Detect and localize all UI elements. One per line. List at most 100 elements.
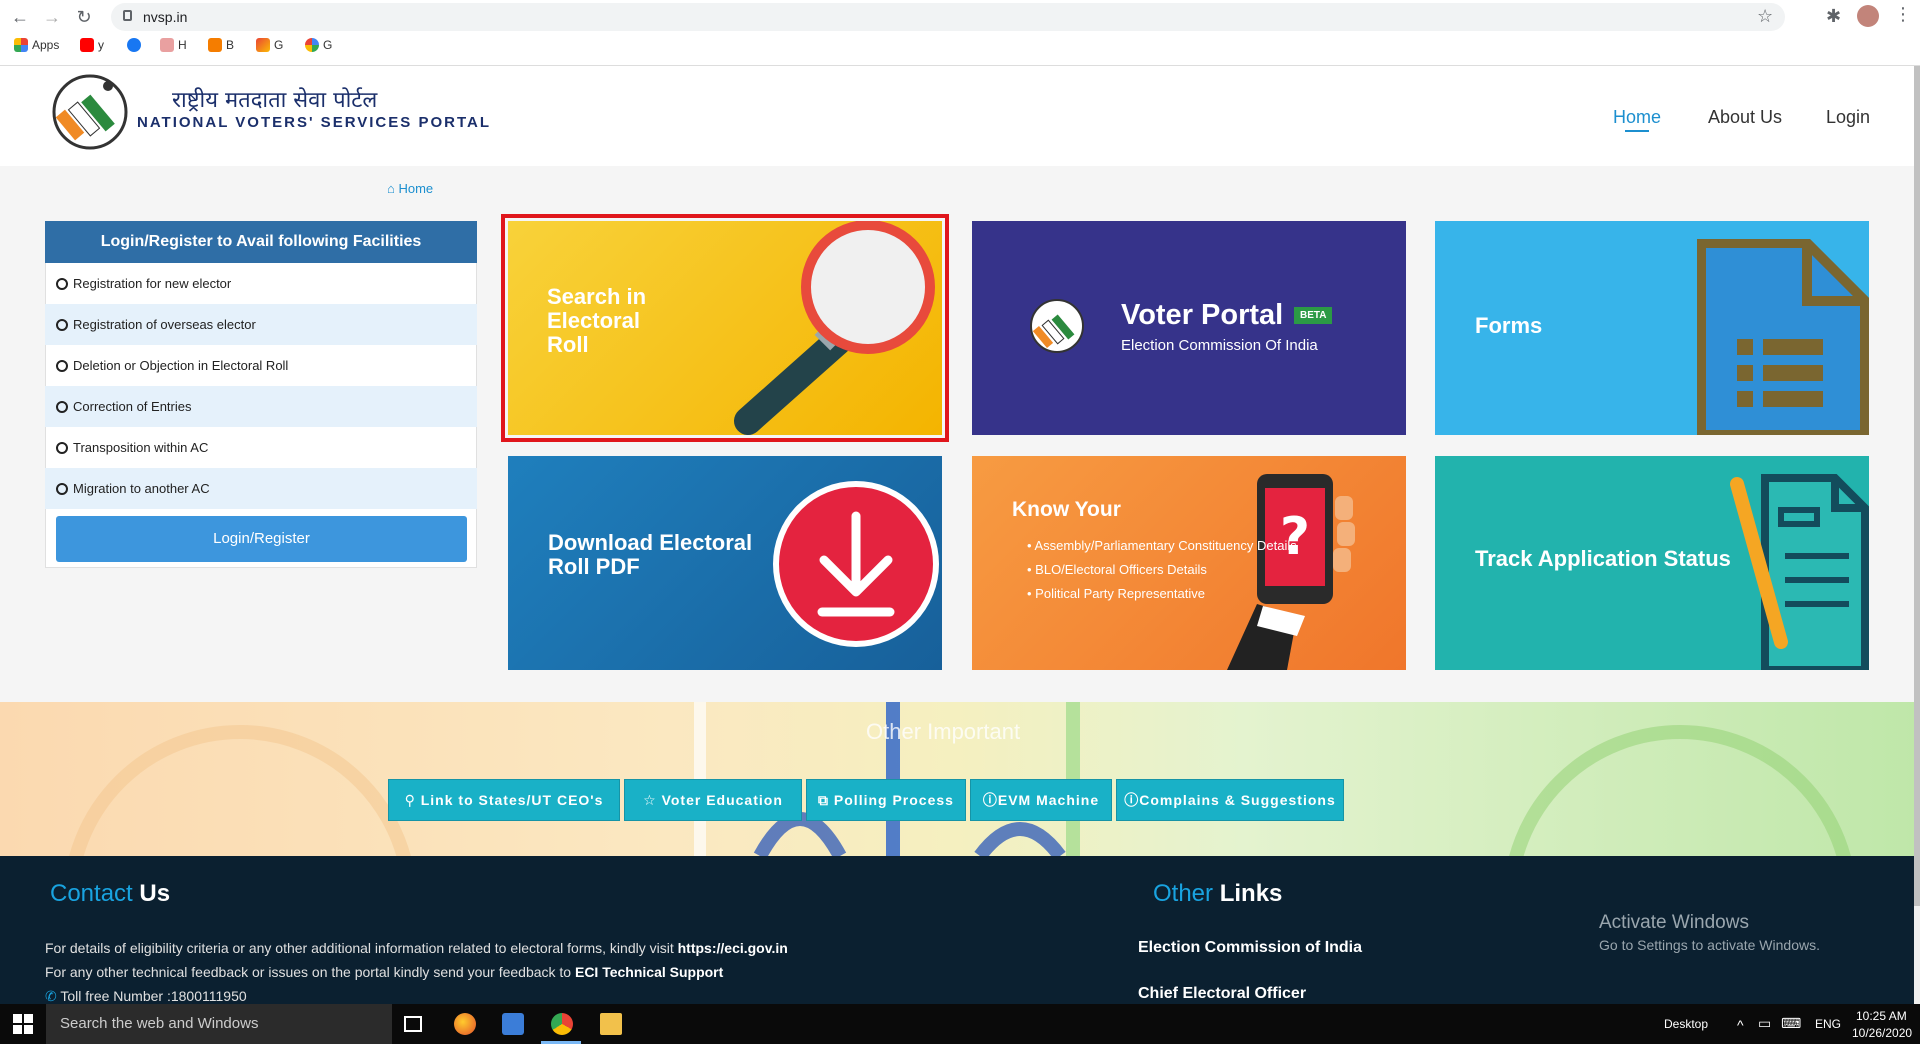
- language-indicator[interactable]: ENG: [1815, 1017, 1841, 1031]
- voter-education-button[interactable]: ☆ Voter Education: [624, 779, 802, 821]
- facility-item[interactable]: Deletion or Objection in Electoral Roll: [45, 345, 477, 386]
- know-your-list: Assembly/Parliamentary Constituency Deta…: [1027, 538, 1297, 610]
- circle-arrow-icon: [56, 401, 68, 413]
- address-bar[interactable]: nvsp.in ☆: [111, 3, 1785, 31]
- track-application-tile[interactable]: Track Application Status: [1435, 456, 1869, 670]
- bookmark-facebook[interactable]: [127, 38, 141, 52]
- activate-windows-subtitle: Go to Settings to activate Windows.: [1599, 937, 1820, 953]
- complains-suggestions-button[interactable]: ⓘComplains & Suggestions: [1116, 779, 1344, 821]
- bookmark-youtube[interactable]: y: [80, 38, 104, 52]
- download-electoral-roll-tile[interactable]: Download Electoral Roll PDF: [508, 456, 942, 670]
- voter-portal-tile[interactable]: Voter Portal BETA Election Commission Of…: [972, 221, 1406, 435]
- taskbar-search[interactable]: Search the web and Windows: [46, 1004, 392, 1044]
- portal-title-hindi: राष्ट्रीय मतदाता सेवा पोर्टल: [172, 88, 378, 113]
- back-icon[interactable]: ←: [8, 5, 32, 29]
- bookmark-star-icon[interactable]: ☆: [1757, 6, 1773, 27]
- tile-title: Search in Electoral Roll: [547, 285, 646, 357]
- facility-item[interactable]: Transposition within AC: [45, 427, 477, 468]
- heading-part: Other: [1153, 880, 1214, 907]
- firefox-icon[interactable]: [454, 1013, 476, 1035]
- know-your-tile[interactable]: ? Know Your Assembly/Parliamentary Const…: [972, 456, 1406, 670]
- other-links-heading: Other Links: [1153, 880, 1282, 908]
- circle-arrow-icon: [56, 278, 68, 290]
- show-hidden-icons[interactable]: ^: [1737, 1017, 1744, 1033]
- facility-item[interactable]: Registration for new elector: [45, 263, 477, 304]
- heading-part: Links: [1219, 880, 1283, 907]
- tile-title-line: Search in: [547, 284, 647, 309]
- button-label: Voter Education: [661, 792, 783, 808]
- button-label: EVM Machine: [997, 792, 1100, 808]
- nav-about[interactable]: About Us: [1708, 107, 1782, 128]
- forward-icon[interactable]: →: [40, 5, 64, 29]
- file-explorer-icon[interactable]: [600, 1013, 622, 1035]
- windows-start-icon[interactable]: [12, 1013, 34, 1035]
- facility-item[interactable]: Correction of Entries: [45, 386, 477, 427]
- external-link-icon: ⧉: [818, 792, 834, 808]
- search-electoral-roll-tile[interactable]: Search in Electoral Roll: [501, 214, 949, 442]
- know-your-item[interactable]: Political Party Representative: [1027, 586, 1297, 610]
- nav-login[interactable]: Login: [1826, 107, 1870, 128]
- know-your-item[interactable]: BLO/Electoral Officers Details: [1027, 562, 1297, 586]
- eci-support-link[interactable]: ECI Technical Support: [575, 964, 723, 980]
- download-icon: [773, 481, 939, 647]
- forms-tile[interactable]: Forms: [1435, 221, 1869, 435]
- extensions-icon[interactable]: ✱: [1826, 6, 1841, 27]
- info-icon: ⓘ: [982, 792, 998, 808]
- tile-title: Know Your: [1012, 498, 1121, 521]
- gmail-icon: [256, 38, 270, 52]
- taskbar-date[interactable]: 10/26/2020: [1852, 1026, 1912, 1040]
- profile-avatar[interactable]: [1857, 5, 1879, 27]
- chrome-icon[interactable]: [551, 1013, 573, 1035]
- footer-text: For any other technical feedback or issu…: [45, 964, 575, 980]
- footer-link[interactable]: Chief Electoral Officer: [1138, 985, 1306, 1003]
- blogger-icon: [208, 38, 222, 52]
- button-label: Complains & Suggestions: [1139, 792, 1336, 808]
- google-icon: [305, 38, 319, 52]
- bookmark-blogger[interactable]: B: [208, 38, 234, 52]
- bookmark-label: Apps: [32, 38, 60, 52]
- breadcrumb-home[interactable]: Home: [398, 181, 433, 196]
- bookmark-label: B: [226, 38, 235, 52]
- know-your-item[interactable]: Assembly/Parliamentary Constituency Deta…: [1027, 538, 1296, 562]
- tile-title-line: Roll: [547, 332, 589, 357]
- scrollbar-thumb[interactable]: [1914, 66, 1920, 906]
- bookmark-gmail[interactable]: G: [256, 38, 283, 52]
- bookmark-label: G: [323, 38, 333, 52]
- breadcrumb[interactable]: ⌂ Home: [387, 181, 433, 196]
- footer-feedback-line: For any other technical feedback or issu…: [45, 964, 723, 980]
- polling-process-button[interactable]: ⧉ Polling Process: [806, 779, 966, 821]
- facility-item[interactable]: Migration to another AC: [45, 468, 477, 509]
- notification-icon[interactable]: ▭: [1758, 1015, 1771, 1032]
- taskbar-time[interactable]: 10:25 AM: [1856, 1009, 1907, 1023]
- eci-website-link[interactable]: https://eci.gov.in: [678, 940, 788, 956]
- task-view-icon[interactable]: [404, 1016, 422, 1032]
- menu-dots-icon[interactable]: ⋮: [1894, 4, 1912, 25]
- app-icon[interactable]: [502, 1013, 524, 1035]
- footer-link[interactable]: Election Commission of India: [1138, 939, 1362, 957]
- tollfree-line: ✆ Toll free Number :1800111950: [45, 988, 247, 1005]
- bookmark-google[interactable]: G: [305, 38, 332, 52]
- bookmark-h[interactable]: H: [160, 38, 187, 52]
- evm-machine-button[interactable]: ⓘEVM Machine: [970, 779, 1112, 821]
- site-icon: [160, 38, 174, 52]
- tollfree-number: Toll free Number :1800111950: [60, 988, 247, 1004]
- bookmark-apps[interactable]: Apps: [14, 38, 59, 52]
- eci-logo-icon: [1030, 299, 1084, 353]
- desktop-toolbar-label[interactable]: Desktop: [1664, 1017, 1708, 1031]
- facility-item[interactable]: Registration of overseas elector: [45, 304, 477, 345]
- info-icon: ⓘ: [1124, 792, 1140, 808]
- reload-icon[interactable]: ↻: [72, 5, 96, 29]
- keyboard-icon[interactable]: ⌨: [1781, 1015, 1801, 1032]
- nav-home[interactable]: Home: [1613, 107, 1661, 128]
- eci-logo-icon[interactable]: [50, 72, 130, 152]
- link-icon: ⚲: [404, 792, 421, 808]
- heading-part: Contact: [50, 880, 133, 907]
- login-register-button[interactable]: Login/Register: [56, 516, 467, 562]
- contact-us-heading: Contact Us: [50, 880, 170, 908]
- youtube-icon: [80, 38, 94, 52]
- heading-part: Us: [139, 880, 171, 907]
- home-icon: ⌂: [387, 181, 399, 196]
- facility-label: Registration for new elector: [73, 276, 232, 291]
- tile-title: Download Electoral Roll PDF: [548, 531, 752, 579]
- link-states-ceo-button[interactable]: ⚲ Link to States/UT CEO's: [388, 779, 620, 821]
